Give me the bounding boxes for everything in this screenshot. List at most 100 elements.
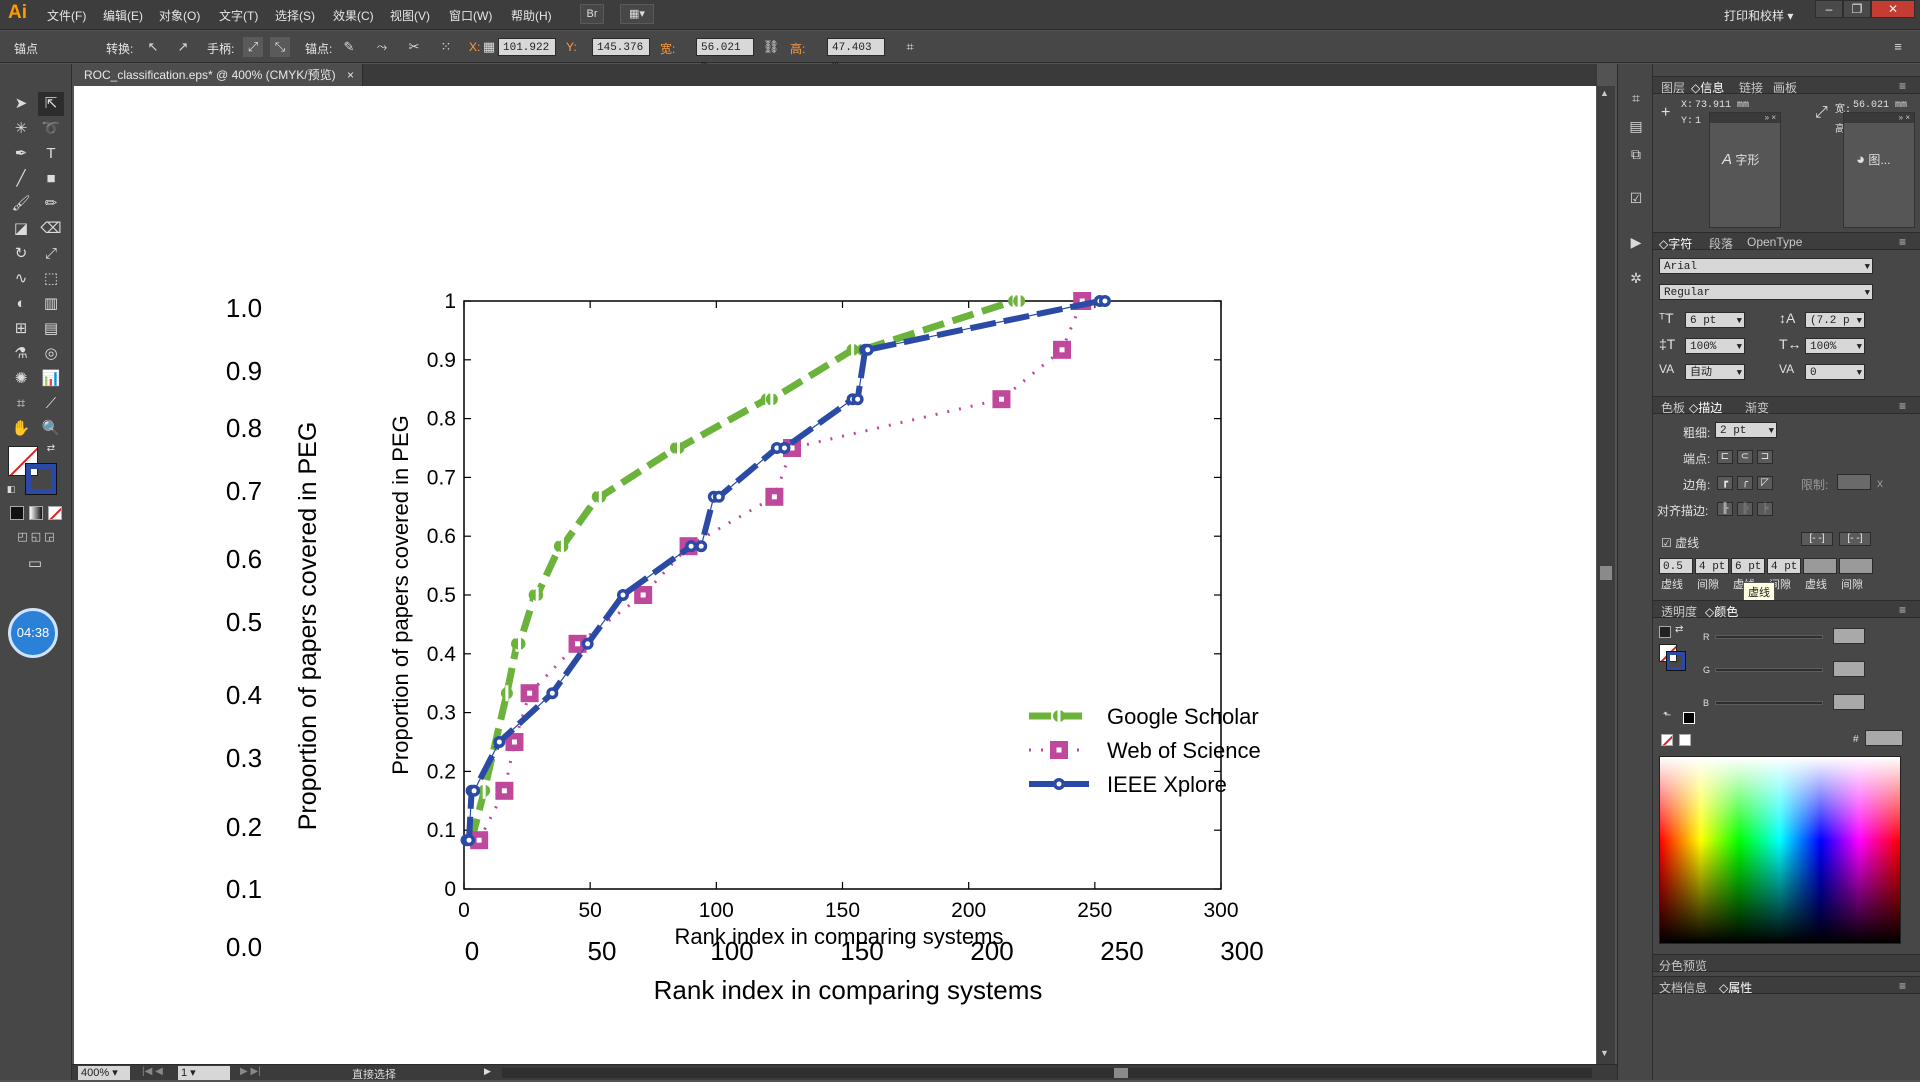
artboard[interactable]: 0 0.1 0.2 0.3 0.4 0.5 0.6 0.7 0.8 0.9 1 0 50 100 150 20… bbox=[74, 86, 1596, 1064]
artboard-tool-icon[interactable]: ⌗ bbox=[8, 392, 34, 416]
panel-menu-icon[interactable]: ≡ bbox=[1899, 979, 1906, 993]
stroke-swatch[interactable] bbox=[25, 463, 57, 495]
panel-menu-icon[interactable]: ≡ bbox=[1899, 399, 1906, 413]
preserve-dash-icon[interactable]: [- -] bbox=[1801, 532, 1833, 546]
color-spectrum[interactable] bbox=[1659, 756, 1901, 944]
type-tool-icon[interactable]: T bbox=[38, 142, 64, 166]
hide-handles-icon[interactable]: ⤡ bbox=[270, 37, 290, 57]
color-mode-icon[interactable] bbox=[10, 506, 24, 520]
popup-close-icon[interactable]: » × bbox=[1844, 113, 1914, 123]
line-tool-icon[interactable]: ╱ bbox=[8, 167, 34, 191]
minimize-button[interactable]: – bbox=[1815, 0, 1843, 18]
cut-path-icon[interactable]: ✂ bbox=[404, 37, 424, 57]
pencil-tool-icon[interactable]: ✏ bbox=[38, 192, 64, 216]
y-field[interactable]: 145.376 bbox=[592, 38, 650, 56]
document-tab[interactable]: ROC_classification.eps* @ 400% (CMYK/预览)… bbox=[72, 64, 363, 86]
gradient-tool-icon[interactable]: ▤ bbox=[38, 317, 64, 341]
panel-menu-icon[interactable]: ≡ bbox=[1899, 79, 1906, 93]
align-center-icon[interactable]: ╟ bbox=[1717, 502, 1733, 516]
tab-attributes[interactable]: ◇属性 bbox=[1719, 979, 1752, 996]
menu-help[interactable]: 帮助(H) bbox=[511, 7, 552, 24]
none-swatch[interactable] bbox=[1661, 734, 1673, 746]
menu-effect[interactable]: 效果(C) bbox=[333, 7, 374, 24]
close-button[interactable]: ✕ bbox=[1871, 0, 1915, 18]
blend-tool-icon[interactable]: ◎ bbox=[38, 342, 64, 366]
scroll-up-icon[interactable]: ▲ bbox=[1600, 88, 1609, 98]
kerning-field[interactable]: 自动 ▼ bbox=[1685, 364, 1745, 380]
rectangle-tool-icon[interactable]: ■ bbox=[38, 167, 64, 191]
bevel-join-icon[interactable]: ◸ bbox=[1757, 476, 1773, 490]
pathfinder-panel-icon[interactable]: ⧉ bbox=[1626, 144, 1646, 164]
tab-gradient[interactable]: 渐变 bbox=[1745, 399, 1769, 416]
mesh-tool-icon[interactable]: ⊞ bbox=[8, 317, 34, 341]
tab-separations-preview[interactable]: 分色预览 bbox=[1659, 957, 1707, 974]
align-dash-icon[interactable]: [- -] bbox=[1839, 532, 1871, 546]
b-field[interactable] bbox=[1833, 694, 1865, 710]
pen-tool-icon[interactable]: ✒ bbox=[8, 142, 34, 166]
vertical-scale-field[interactable]: 100% ▼ bbox=[1685, 338, 1745, 354]
r-field[interactable] bbox=[1833, 628, 1865, 644]
g-slider[interactable] bbox=[1715, 668, 1823, 672]
symbol-sprayer-tool-icon[interactable]: ✺ bbox=[8, 367, 34, 391]
dash-2-field[interactable]: 6 pt bbox=[1731, 558, 1765, 574]
black-swatch[interactable] bbox=[1683, 712, 1695, 724]
align-inside-icon[interactable]: ╠ bbox=[1737, 502, 1753, 516]
gap-3-field[interactable] bbox=[1839, 558, 1873, 574]
convert-to-corner-icon[interactable]: ↖ bbox=[143, 37, 163, 57]
color-swap-icon[interactable]: ⇄ bbox=[1675, 624, 1683, 635]
menu-window[interactable]: 窗口(W) bbox=[449, 7, 492, 24]
hand-tool-icon[interactable]: ✋ bbox=[8, 417, 34, 441]
lasso-tool-icon[interactable]: ➰ bbox=[38, 117, 64, 141]
control-bar-menu-icon[interactable]: ≡ bbox=[1888, 37, 1908, 57]
gradient-mode-icon[interactable] bbox=[29, 506, 43, 520]
height-field[interactable]: 47.403 m bbox=[827, 38, 885, 72]
menu-select[interactable]: 选择(S) bbox=[275, 7, 315, 24]
reference-point-icon[interactable]: ▦ bbox=[481, 37, 497, 57]
transform-each-icon[interactable]: ⌗ bbox=[900, 37, 920, 57]
zoom-field[interactable]: 400% ▾ bbox=[78, 1066, 130, 1080]
rotate-tool-icon[interactable]: ↻ bbox=[8, 242, 34, 266]
menu-view[interactable]: 视图(V) bbox=[390, 7, 430, 24]
warp-tool-icon[interactable]: ∿ bbox=[8, 267, 34, 291]
tab-stroke[interactable]: ◇描边 bbox=[1689, 399, 1722, 416]
out-of-gamut-icon[interactable]: ⬑ bbox=[1663, 710, 1671, 721]
tab-transparency[interactable]: 透明度 bbox=[1661, 603, 1697, 620]
align-outside-icon[interactable]: ╞ bbox=[1757, 502, 1773, 516]
close-tab-icon[interactable]: × bbox=[347, 68, 354, 82]
appearance-panel-icon[interactable]: ✲ bbox=[1626, 268, 1646, 288]
hex-field[interactable] bbox=[1865, 730, 1903, 746]
zoom-tool-icon[interactable]: 🔍 bbox=[38, 417, 64, 441]
link-proportions-icon[interactable]: ⛓ bbox=[761, 37, 781, 57]
round-cap-icon[interactable]: ⊂ bbox=[1737, 450, 1753, 464]
dash-1-field[interactable]: 0.5 p bbox=[1659, 558, 1693, 589]
eyedropper-tool-icon[interactable]: ⚗ bbox=[8, 342, 34, 366]
tab-paragraph[interactable]: 段落 bbox=[1709, 235, 1733, 252]
next-artboard-icon[interactable]: ▶ ▶| bbox=[240, 1066, 261, 1077]
tab-character[interactable]: ◇字符 bbox=[1659, 235, 1692, 252]
font-family-dropdown[interactable]: Arial ▼ bbox=[1659, 258, 1873, 274]
menu-object[interactable]: 对象(O) bbox=[159, 7, 200, 24]
b-slider[interactable] bbox=[1715, 701, 1823, 705]
isolate-icon[interactable]: ⁙ bbox=[436, 37, 456, 57]
tab-color[interactable]: ◇颜色 bbox=[1705, 603, 1738, 620]
white-swatch[interactable] bbox=[1679, 734, 1691, 746]
horizontal-scrollbar[interactable] bbox=[502, 1068, 1592, 1078]
glyphs-popup[interactable]: » × A 字形 bbox=[1709, 112, 1781, 228]
font-size-field[interactable]: 6 pt ▼ bbox=[1685, 312, 1745, 328]
connect-anchor-icon[interactable]: ⤳ bbox=[372, 37, 392, 57]
menu-file[interactable]: 文件(F) bbox=[47, 7, 86, 24]
panel-menu-icon[interactable]: ≡ bbox=[1899, 603, 1906, 617]
limit-field[interactable] bbox=[1837, 474, 1871, 490]
remove-anchor-icon[interactable]: ✎ bbox=[339, 37, 359, 57]
panel-menu-icon[interactable]: ≡ bbox=[1899, 235, 1906, 249]
artboard-number-field[interactable]: 1 ▾ bbox=[178, 1066, 230, 1080]
shape-builder-tool-icon[interactable]: ◐ bbox=[8, 292, 34, 316]
actions-panel-icon[interactable]: ▶ bbox=[1626, 232, 1646, 252]
tab-info[interactable]: ◇信息 bbox=[1691, 79, 1724, 96]
canvas-area[interactable]: 0 0.1 0.2 0.3 0.4 0.5 0.6 0.7 0.8 0.9 1 0 50 100 150 20… bbox=[72, 86, 1597, 1064]
scale-tool-icon[interactable]: ⤢ bbox=[38, 242, 64, 266]
butt-cap-icon[interactable]: ⊏ bbox=[1717, 450, 1733, 464]
graphic-styles-popup-label[interactable]: ◕ 图... bbox=[1856, 151, 1890, 168]
vertical-scroll-thumb[interactable] bbox=[1600, 566, 1612, 580]
tab-swatches[interactable]: 色板 bbox=[1661, 399, 1685, 416]
